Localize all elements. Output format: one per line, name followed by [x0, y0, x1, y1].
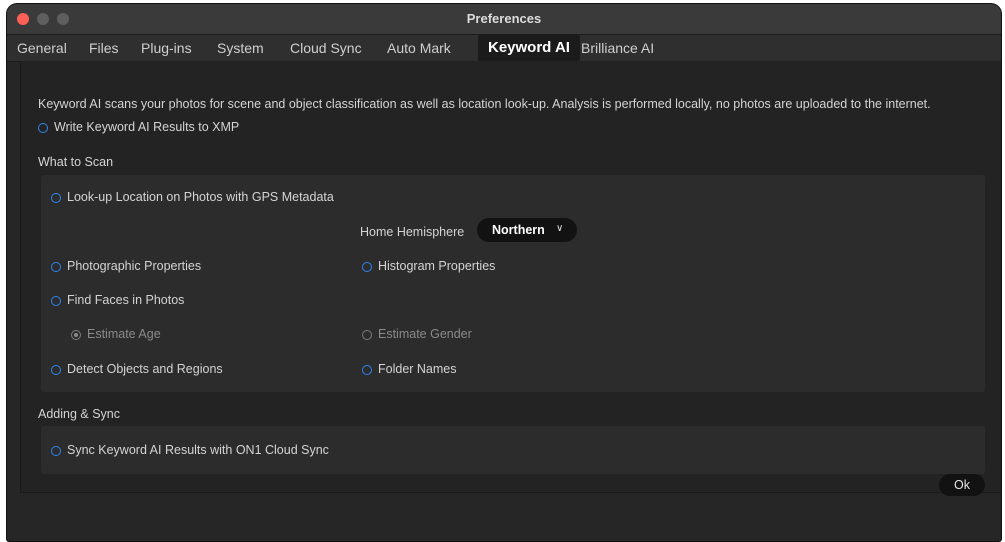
tab-cloud-sync[interactable]: Cloud Sync: [290, 35, 362, 61]
find-faces-radio[interactable]: [51, 296, 61, 306]
histogram-properties-radio[interactable]: [362, 262, 372, 272]
estimate-age-label[interactable]: Estimate Age: [87, 327, 161, 341]
tab-brilliance-ai[interactable]: Brilliance AI: [581, 35, 654, 61]
cloud-sync-label[interactable]: Sync Keyword AI Results with ON1 Cloud S…: [67, 443, 329, 457]
adding-sync-heading: Adding & Sync: [38, 407, 120, 421]
histogram-properties-label[interactable]: Histogram Properties: [378, 259, 495, 273]
tab-system[interactable]: System: [217, 35, 264, 61]
tab-plug-ins[interactable]: Plug-ins: [141, 35, 192, 61]
estimate-gender-radio[interactable]: [362, 330, 372, 340]
home-hemisphere-value: Northern: [492, 223, 545, 237]
write-xmp-radio[interactable]: [38, 123, 48, 133]
tab-general[interactable]: General: [17, 35, 67, 61]
location-lookup-radio[interactable]: [51, 193, 61, 203]
ok-button[interactable]: Ok: [939, 474, 985, 496]
keyword-ai-pane: Keyword AI scans your photos for scene a…: [20, 61, 1001, 493]
tab-auto-mark[interactable]: Auto Mark: [387, 35, 451, 61]
what-to-scan-heading: What to Scan: [38, 155, 114, 169]
location-lookup-label[interactable]: Look-up Location on Photos with GPS Meta…: [67, 190, 334, 204]
detect-objects-label[interactable]: Detect Objects and Regions: [67, 362, 223, 376]
write-xmp-label[interactable]: Write Keyword AI Results to XMP: [54, 120, 239, 134]
window-title: Preferences: [466, 11, 542, 26]
estimate-age-radio[interactable]: [71, 330, 81, 340]
what-to-scan-panel: Look-up Location on Photos with GPS Meta…: [41, 175, 985, 392]
title-bar: Preferences: [7, 4, 1001, 35]
tab-keyword-ai[interactable]: Keyword AI: [478, 35, 580, 61]
preferences-window: Preferences General Files Plug-ins Syste…: [7, 4, 1001, 541]
find-faces-label[interactable]: Find Faces in Photos: [67, 293, 184, 307]
tab-files[interactable]: Files: [89, 35, 119, 61]
photographic-properties-radio[interactable]: [51, 262, 61, 272]
tab-bar: General Files Plug-ins System Cloud Sync…: [7, 35, 1001, 62]
home-hemisphere-select[interactable]: Northern ∨: [477, 218, 577, 242]
folder-names-label[interactable]: Folder Names: [378, 362, 457, 376]
detect-objects-radio[interactable]: [51, 365, 61, 375]
cloud-sync-radio[interactable]: [51, 446, 61, 456]
adding-sync-panel: Sync Keyword AI Results with ON1 Cloud S…: [41, 426, 985, 474]
photographic-properties-label[interactable]: Photographic Properties: [67, 259, 201, 273]
estimate-gender-label[interactable]: Estimate Gender: [378, 327, 472, 341]
folder-names-radio[interactable]: [362, 365, 372, 375]
intro-text: Keyword AI scans your photos for scene a…: [38, 97, 931, 111]
home-hemisphere-label: Home Hemisphere: [360, 225, 465, 239]
chevron-down-icon: ∨: [556, 223, 564, 234]
